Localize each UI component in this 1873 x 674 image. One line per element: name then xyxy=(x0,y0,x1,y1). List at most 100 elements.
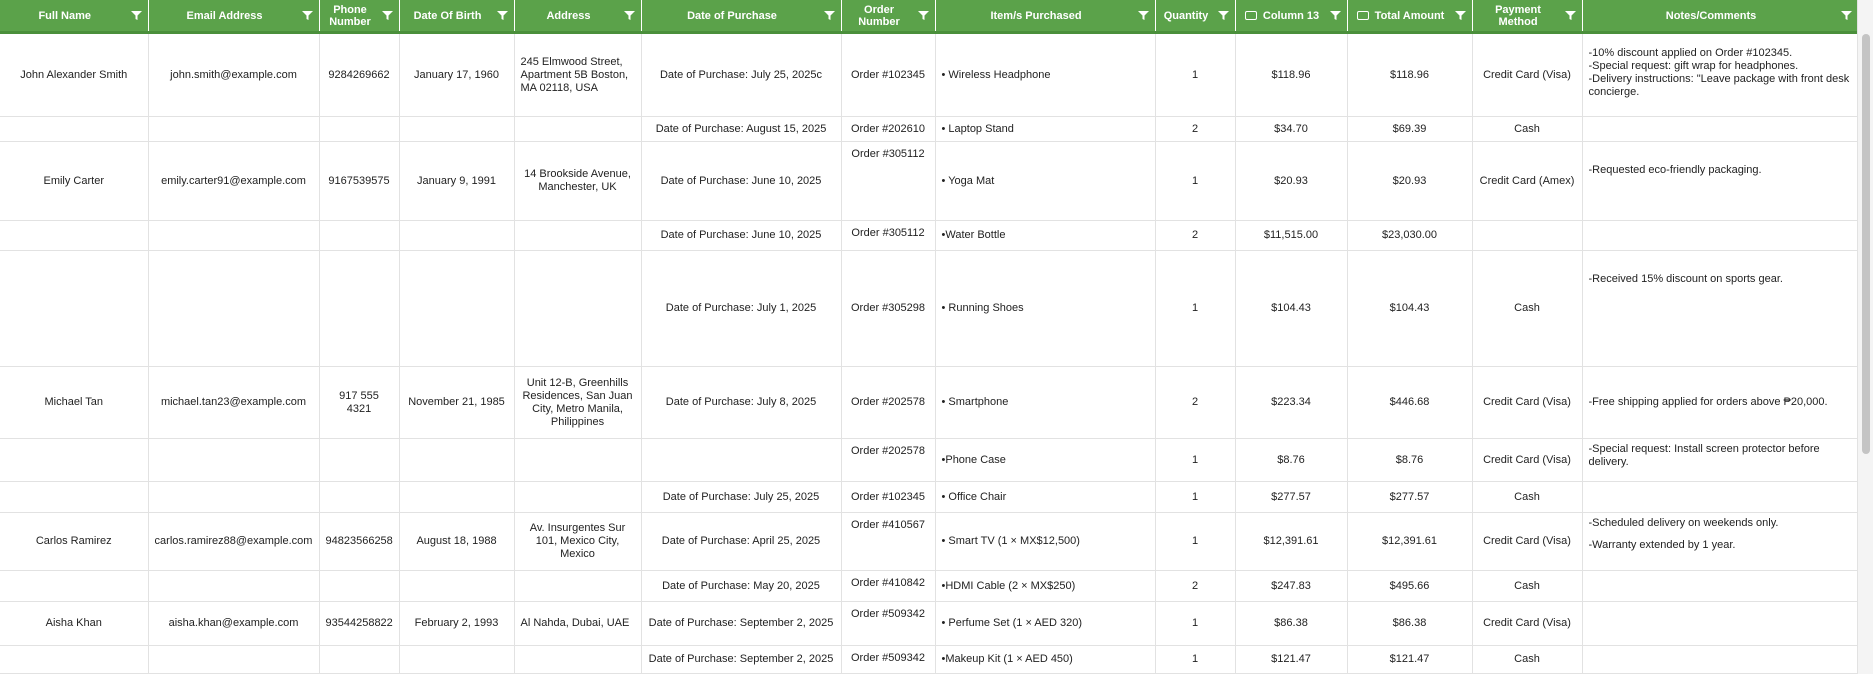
cell-full-name[interactable]: Carlos Ramirez xyxy=(0,512,149,571)
cell-notes[interactable]: -Special request: Install screen protect… xyxy=(1582,438,1859,482)
cell-date-of-purchase[interactable]: Date of Purchase: June 10, 2025 xyxy=(641,141,842,221)
cell-dob[interactable]: February 2, 1993 xyxy=(399,601,515,646)
filter-icon[interactable] xyxy=(623,11,635,20)
cell-notes[interactable]: -Requested eco-friendly packaging. xyxy=(1582,141,1859,221)
cell-order-number[interactable]: Order #202578 xyxy=(841,366,936,439)
cell-order-number[interactable]: Order #202610 xyxy=(841,116,936,142)
cell-order-number[interactable]: Order #102345 xyxy=(841,481,936,513)
cell-order-number[interactable]: Order #509342 xyxy=(841,601,936,646)
cell-quantity[interactable]: 2 xyxy=(1155,220,1236,251)
cell-address[interactable]: Av. Insurgentes Sur 101, Mexico City, Me… xyxy=(514,512,642,571)
column-header-date-of-purchase[interactable]: Date of Purchase xyxy=(641,0,842,33)
cell-address[interactable] xyxy=(514,481,642,513)
cell-email[interactable] xyxy=(148,570,320,602)
cell-notes[interactable]: -Free shipping applied for orders above … xyxy=(1582,366,1859,439)
cell-dob[interactable] xyxy=(399,438,515,482)
cell-payment-method[interactable]: Cash xyxy=(1472,570,1583,602)
cell-full-name[interactable] xyxy=(0,645,149,674)
cell-email[interactable]: emily.carter91@example.com xyxy=(148,141,320,221)
cell-email[interactable] xyxy=(148,250,320,367)
cell-date-of-purchase[interactable]: Date of Purchase: May 20, 2025 xyxy=(641,570,842,602)
cell-column-13[interactable]: $8.76 xyxy=(1235,438,1348,482)
cell-phone[interactable] xyxy=(319,570,400,602)
cell-item[interactable]: • Smartphone xyxy=(935,366,1156,439)
filter-icon[interactable] xyxy=(1840,11,1852,20)
cell-notes[interactable] xyxy=(1582,116,1859,142)
cell-payment-method[interactable]: Credit Card (Amex) xyxy=(1472,141,1583,221)
cell-dob[interactable] xyxy=(399,570,515,602)
cell-payment-method[interactable]: Credit Card (Visa) xyxy=(1472,601,1583,646)
cell-date-of-purchase[interactable]: Date of Purchase: April 25, 2025 xyxy=(641,512,842,571)
cell-order-number[interactable]: Order #509342 xyxy=(841,645,936,674)
cell-address[interactable]: 245 Elmwood Street, Apartment 5B Boston,… xyxy=(514,32,642,117)
cell-phone[interactable] xyxy=(319,645,400,674)
column-header-address[interactable]: Address xyxy=(514,0,642,33)
cell-quantity[interactable]: 2 xyxy=(1155,570,1236,602)
filter-icon[interactable] xyxy=(1217,11,1229,20)
cell-payment-method[interactable]: Cash xyxy=(1472,645,1583,674)
cell-total-amount[interactable]: $8.76 xyxy=(1347,438,1473,482)
cell-date-of-purchase[interactable]: Date of Purchase: September 2, 2025 xyxy=(641,645,842,674)
filter-icon[interactable] xyxy=(496,11,508,20)
cell-date-of-purchase[interactable]: Date of Purchase: September 2, 2025 xyxy=(641,601,842,646)
cell-address[interactable] xyxy=(514,220,642,251)
cell-full-name[interactable] xyxy=(0,570,149,602)
cell-payment-method[interactable]: Credit Card (Visa) xyxy=(1472,438,1583,482)
cell-order-number[interactable]: Order #202578 xyxy=(841,438,936,482)
cell-dob[interactable] xyxy=(399,116,515,142)
cell-dob[interactable] xyxy=(399,645,515,674)
cell-column-13[interactable]: $121.47 xyxy=(1235,645,1348,674)
cell-quantity[interactable]: 1 xyxy=(1155,512,1236,571)
cell-total-amount[interactable]: $121.47 xyxy=(1347,645,1473,674)
cell-payment-method[interactable]: Cash xyxy=(1472,116,1583,142)
cell-email[interactable]: aisha.khan@example.com xyxy=(148,601,320,646)
cell-full-name[interactable] xyxy=(0,220,149,251)
cell-order-number[interactable]: Order #410567 xyxy=(841,512,936,571)
cell-email[interactable]: john.smith@example.com xyxy=(148,32,320,117)
cell-quantity[interactable]: 2 xyxy=(1155,366,1236,439)
cell-order-number[interactable]: Order #305112 xyxy=(841,141,936,221)
cell-full-name[interactable] xyxy=(0,438,149,482)
cell-column-13[interactable]: $277.57 xyxy=(1235,481,1348,513)
cell-payment-method[interactable]: Credit Card (Visa) xyxy=(1472,366,1583,439)
cell-full-name[interactable] xyxy=(0,250,149,367)
column-header-quantity[interactable]: Quantity xyxy=(1155,0,1236,33)
cell-date-of-purchase[interactable]: Date of Purchase: August 15, 2025 xyxy=(641,116,842,142)
cell-date-of-purchase[interactable]: Date of Purchase: July 25, 2025 xyxy=(641,481,842,513)
cell-email[interactable] xyxy=(148,116,320,142)
column-header-column-13[interactable]: Column 13 xyxy=(1235,0,1348,33)
cell-full-name[interactable] xyxy=(0,116,149,142)
column-header-items[interactable]: Item/s Purchased xyxy=(935,0,1156,33)
cell-column-13[interactable]: $104.43 xyxy=(1235,250,1348,367)
cell-email[interactable]: carlos.ramirez88@example.com xyxy=(148,512,320,571)
cell-address[interactable]: Unit 12-B, Greenhills Residences, San Ju… xyxy=(514,366,642,439)
cell-quantity[interactable]: 1 xyxy=(1155,481,1236,513)
cell-total-amount[interactable]: $20.93 xyxy=(1347,141,1473,221)
cell-dob[interactable] xyxy=(399,220,515,251)
cell-payment-method[interactable]: Cash xyxy=(1472,250,1583,367)
cell-column-13[interactable]: $20.93 xyxy=(1235,141,1348,221)
cell-address[interactable]: Al Nahda, Dubai, UAE xyxy=(514,601,642,646)
cell-dob[interactable]: November 21, 1985 xyxy=(399,366,515,439)
cell-address[interactable] xyxy=(514,250,642,367)
filter-icon[interactable] xyxy=(301,11,313,20)
filter-icon[interactable] xyxy=(381,11,393,20)
cell-item[interactable]: •Phone Case xyxy=(935,438,1156,482)
cell-item[interactable]: • Perfume Set (1 × AED 320) xyxy=(935,601,1156,646)
cell-address[interactable] xyxy=(514,645,642,674)
cell-full-name[interactable]: John Alexander Smith xyxy=(0,32,149,117)
cell-phone[interactable] xyxy=(319,250,400,367)
cell-total-amount[interactable]: $69.39 xyxy=(1347,116,1473,142)
cell-date-of-purchase[interactable]: Date of Purchase: June 10, 2025 xyxy=(641,220,842,251)
cell-order-number[interactable]: Order #305112 xyxy=(841,220,936,251)
cell-phone[interactable]: 9167539575 xyxy=(319,141,400,221)
column-header-payment-method[interactable]: Payment Method xyxy=(1472,0,1583,33)
cell-phone[interactable] xyxy=(319,220,400,251)
cell-item[interactable]: •Makeup Kit (1 × AED 450) xyxy=(935,645,1156,674)
filter-icon[interactable] xyxy=(1137,11,1149,20)
cell-payment-method[interactable] xyxy=(1472,220,1583,251)
cell-dob[interactable] xyxy=(399,250,515,367)
cell-dob[interactable] xyxy=(399,481,515,513)
cell-quantity[interactable]: 1 xyxy=(1155,645,1236,674)
cell-date-of-purchase[interactable]: Date of Purchase: July 8, 2025 xyxy=(641,366,842,439)
